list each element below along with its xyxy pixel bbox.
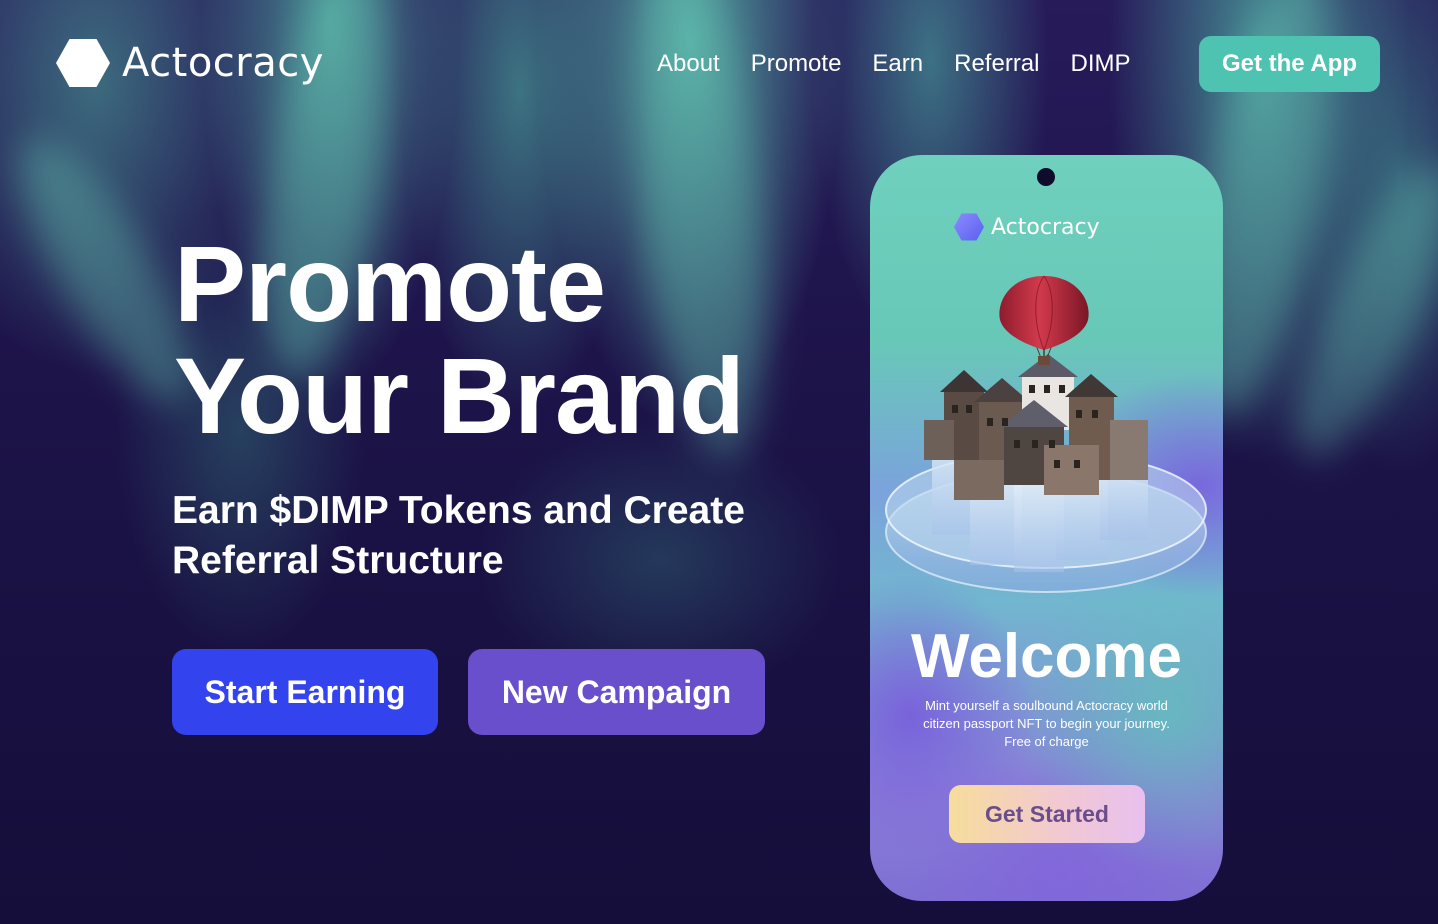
hero-title: Promote Your Brand — [174, 223, 745, 456]
brand-logo[interactable]: Actocracy — [56, 38, 324, 88]
nav-link-dimp[interactable]: DIMP — [1070, 48, 1130, 80]
hexagon-logo-icon — [954, 213, 984, 241]
start-earning-button[interactable]: Start Earning — [172, 649, 438, 735]
hero-title-line-1: Promote — [174, 223, 606, 344]
top-navigation: Actocracy About Promote Earn Referral DI… — [0, 0, 1438, 130]
phone-welcome-title: Welcome — [910, 622, 1183, 691]
get-the-app-button[interactable]: Get the App — [1199, 36, 1380, 92]
hexagon-logo-icon — [56, 39, 110, 87]
nav-link-referral[interactable]: Referral — [954, 48, 1039, 80]
new-campaign-button[interactable]: New Campaign — [468, 649, 765, 735]
phone-camera — [1037, 168, 1055, 186]
get-started-button[interactable]: Get Started — [949, 785, 1145, 843]
phone-brand-logo: Actocracy — [954, 213, 1100, 241]
nav-links: About Promote Earn Referral DIMP — [657, 48, 1130, 80]
brand-name: Actocracy — [122, 40, 324, 86]
nav-link-promote[interactable]: Promote — [751, 48, 842, 80]
hero-subtitle: Earn $DIMP Tokens and Create Referral St… — [172, 489, 745, 582]
nav-link-earn[interactable]: Earn — [872, 48, 923, 80]
hero-title-line-2: Your Brand — [174, 335, 745, 456]
phone-brand-name: Actocracy — [991, 214, 1100, 240]
nav-link-about[interactable]: About — [657, 48, 720, 80]
hot-air-balloon-village-illustration — [885, 275, 1207, 593]
phone-mockup: Actocracy Welcome Mint yourself a soulbo… — [870, 155, 1223, 901]
phone-description: Mint yourself a soulbound Actocracy worl… — [923, 698, 1170, 749]
